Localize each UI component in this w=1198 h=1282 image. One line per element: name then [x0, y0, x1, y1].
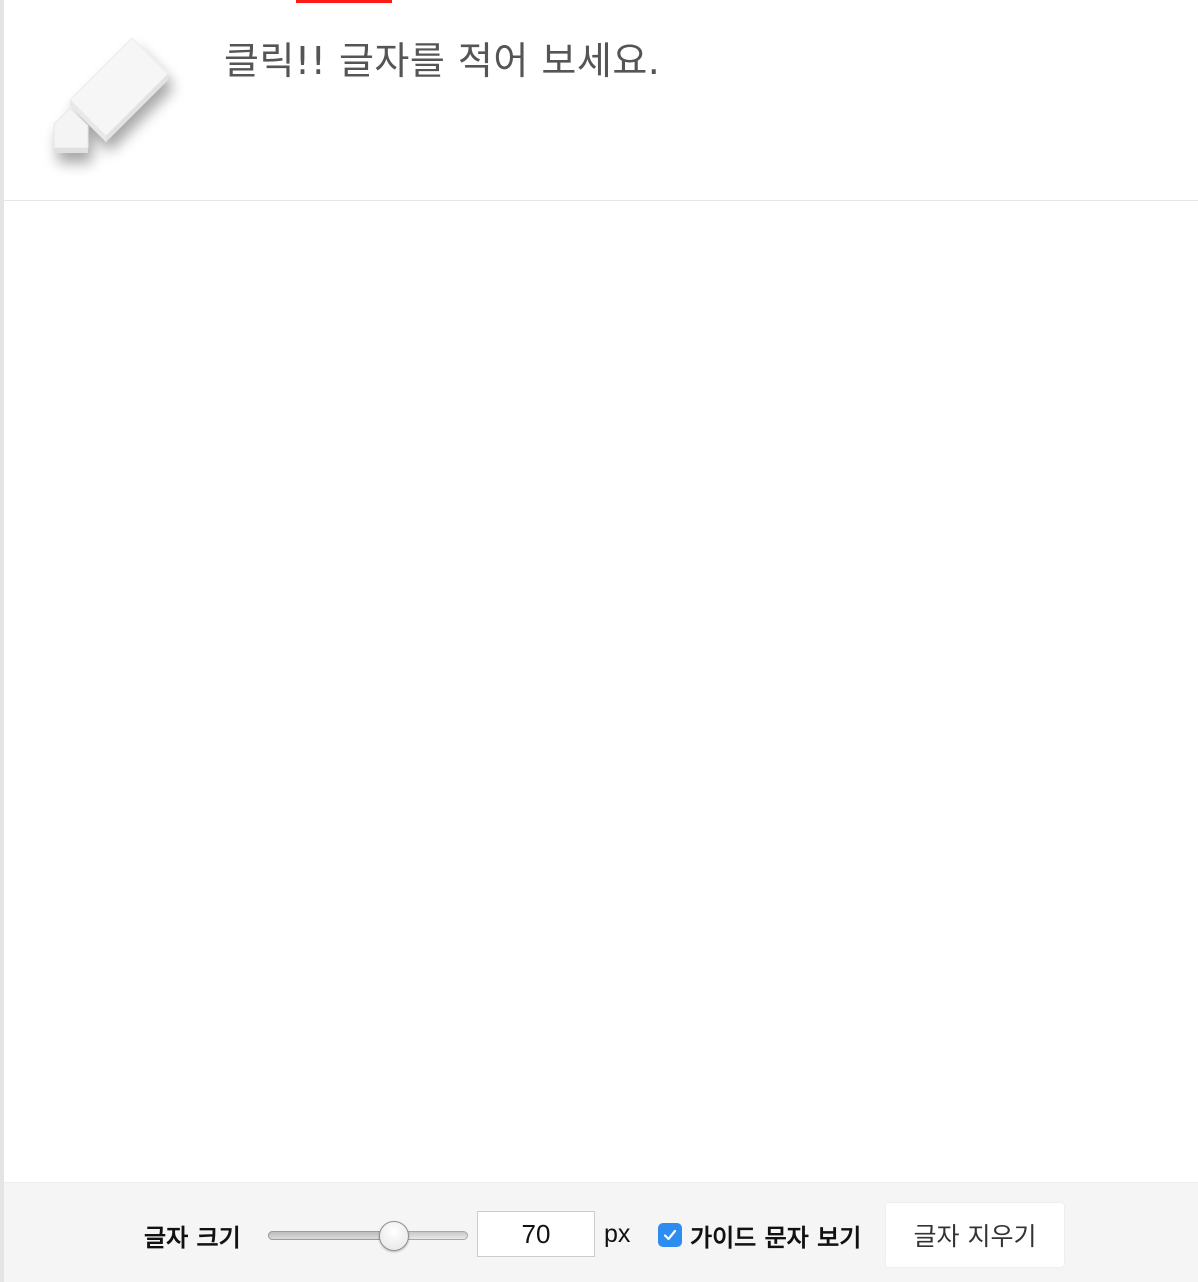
- pencil-icon: [40, 24, 190, 184]
- clear-text-button[interactable]: 글자 지우기: [886, 1203, 1064, 1267]
- guide-checkbox[interactable]: [658, 1223, 682, 1247]
- writing-canvas[interactable]: [4, 202, 1198, 1182]
- font-size-slider[interactable]: [268, 1221, 468, 1251]
- hint-text: 클릭!! 글자를 적어 보세요.: [224, 39, 661, 83]
- slider-thumb[interactable]: [378, 1221, 409, 1251]
- font-size-input[interactable]: [477, 1211, 595, 1257]
- check-icon: [663, 1229, 677, 1241]
- slider-fill: [268, 1231, 394, 1240]
- header: 클릭!! 글자를 적어 보세요.: [4, 0, 1198, 201]
- unit-label: px: [604, 1220, 631, 1248]
- guide-label[interactable]: 가이드 문자 보기: [690, 1218, 861, 1253]
- bottom-toolbar: 글자 크기 px 가이드 문자 보기 글자 지우기: [4, 1182, 1198, 1282]
- handwriting-app: 클릭!! 글자를 적어 보세요. 글자 크기 px 가이드 문자 보기 글자 지…: [0, 0, 1198, 1282]
- font-size-label: 글자 크기: [144, 1224, 241, 1252]
